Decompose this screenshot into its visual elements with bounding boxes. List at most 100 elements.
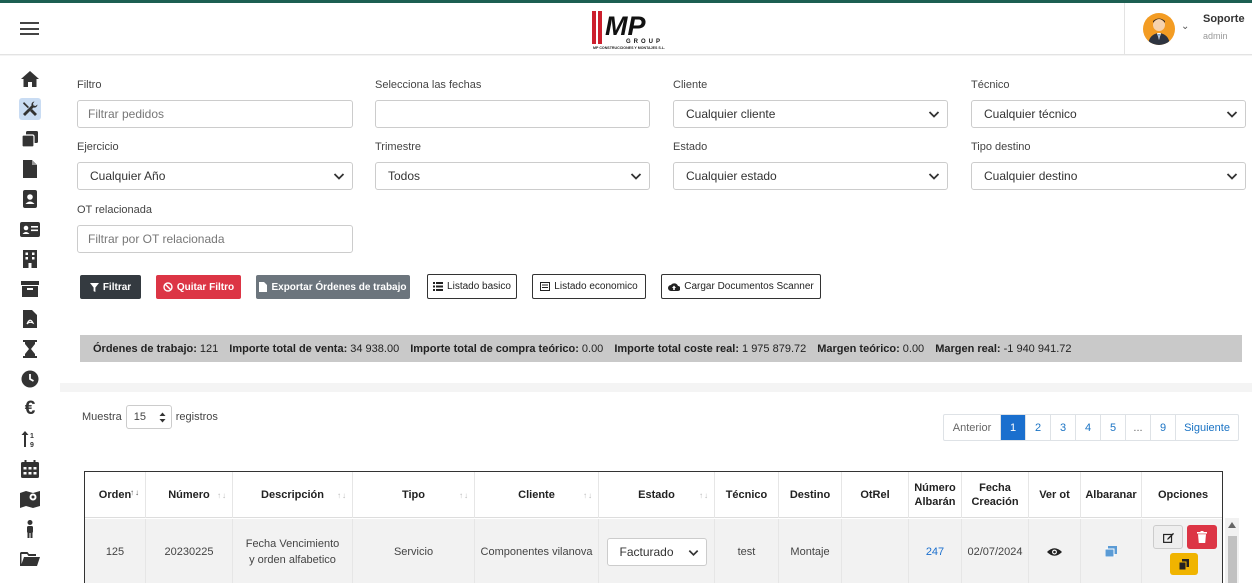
page-size-control: Muestra 15 registros bbox=[82, 405, 218, 429]
tools-icon[interactable] bbox=[19, 98, 41, 120]
scroll-up-icon[interactable] bbox=[1228, 522, 1236, 528]
hamburger-menu-icon[interactable] bbox=[20, 22, 39, 35]
filtro-input[interactable]: Filtrar pedidos bbox=[77, 100, 353, 128]
hourglass-icon[interactable] bbox=[19, 338, 41, 360]
estado-label: Estado bbox=[673, 141, 708, 153]
pagination-prev[interactable]: Anterior bbox=[944, 415, 1000, 440]
trimestre-select[interactable]: Todos bbox=[375, 162, 650, 190]
person-icon[interactable] bbox=[19, 518, 41, 540]
folder-icon[interactable] bbox=[19, 548, 41, 570]
company-logo[interactable]: MP GROUP MP CONSTRUCCIONES Y MONTAJES S.… bbox=[592, 8, 672, 52]
home-icon[interactable] bbox=[19, 68, 41, 90]
copy-icon[interactable] bbox=[1105, 546, 1117, 557]
summary-bar: Órdenes de trabajo: 121 Importe total de … bbox=[80, 335, 1242, 362]
column-header-descripcion[interactable]: Descripción ↑↓ bbox=[232, 472, 352, 518]
column-header-ver-ot[interactable]: Ver ot bbox=[1028, 472, 1080, 518]
page-size-value: 15 bbox=[133, 411, 146, 423]
pagination-page[interactable]: 5 bbox=[1100, 415, 1125, 440]
column-header-cliente[interactable]: Cliente ↑↓ bbox=[474, 472, 598, 518]
cliente-select[interactable]: Cualquier cliente bbox=[673, 100, 948, 128]
cell-tecnico: test bbox=[714, 519, 778, 583]
contact-icon[interactable] bbox=[19, 188, 41, 210]
more-icon[interactable] bbox=[19, 576, 41, 583]
file-icon[interactable] bbox=[19, 158, 41, 180]
trimestre-value: Todos bbox=[388, 169, 421, 183]
show-prefix: Muestra bbox=[82, 411, 122, 423]
ot-input[interactable]: Filtrar por OT relacionada bbox=[77, 225, 353, 253]
fechas-input[interactable] bbox=[375, 100, 650, 128]
pagination-page[interactable]: 9 bbox=[1150, 415, 1175, 440]
chevron-down-icon bbox=[630, 173, 642, 180]
pagination-page[interactable]: 2 bbox=[1025, 415, 1050, 440]
column-header-opciones[interactable]: Opciones bbox=[1141, 472, 1222, 518]
pagination-page[interactable]: 1 bbox=[1000, 415, 1025, 440]
filters-panel: Filtro Filtrar pedidos Selecciona las fe… bbox=[60, 56, 1252, 383]
pagination-page[interactable]: 4 bbox=[1075, 415, 1100, 440]
orders-table: Orden ↑↓ Número ↑↓ Descripción ↑↓ Tipo ↑↓ Cl… bbox=[84, 471, 1223, 583]
cell-orden: 125 bbox=[105, 545, 125, 558]
column-header-tecnico[interactable]: Técnico bbox=[714, 472, 778, 518]
ejercicio-select[interactable]: Cualquier Año bbox=[77, 162, 353, 190]
header-label: Técnico bbox=[725, 489, 768, 501]
duplicate-icon bbox=[1179, 558, 1189, 570]
sort-icon[interactable]: 19 bbox=[19, 428, 41, 450]
delete-button[interactable] bbox=[1187, 525, 1217, 549]
avatar[interactable] bbox=[1143, 13, 1175, 45]
coste-value: 1 975 879.72 bbox=[742, 342, 807, 355]
table-row[interactable]: 125 20230225 Fecha Vencimiento y orden a… bbox=[85, 519, 1222, 583]
eye-icon[interactable] bbox=[1047, 547, 1062, 557]
user-menu[interactable]: ⌄ Soporte admin bbox=[1124, 3, 1252, 55]
chevron-down-icon bbox=[688, 549, 698, 556]
tecnico-select[interactable]: Cualquier técnico bbox=[971, 100, 1246, 128]
column-header-destino[interactable]: Destino bbox=[778, 472, 841, 518]
venta-value: 34 938.00 bbox=[350, 342, 400, 355]
column-header-numero[interactable]: Número ↑↓ bbox=[145, 472, 232, 518]
column-header-albaranar[interactable]: Albaranar bbox=[1080, 472, 1141, 518]
column-header-otrel[interactable]: OtRel bbox=[841, 472, 908, 518]
exportar-button[interactable]: Exportar Órdenes de trabajo bbox=[256, 275, 410, 299]
chevron-down-icon bbox=[1226, 173, 1238, 180]
listado-economico-button[interactable]: Listado economico bbox=[532, 274, 646, 299]
column-header-orden[interactable]: Orden ↑↓ bbox=[85, 472, 145, 518]
page-size-select[interactable]: 15 bbox=[125, 405, 172, 429]
cloud-upload-icon bbox=[668, 283, 681, 291]
edit-button[interactable] bbox=[1153, 525, 1183, 549]
header-label: Descripción bbox=[261, 489, 324, 501]
cargar-scanner-button[interactable]: Cargar Documentos Scanner bbox=[661, 274, 821, 299]
estado-select[interactable]: Cualquier estado bbox=[673, 162, 948, 190]
estado-row-select[interactable]: Facturado bbox=[606, 537, 707, 566]
cell-fecha: 02/07/2024 bbox=[961, 519, 1028, 583]
table-vertical-scrollbar[interactable] bbox=[1225, 518, 1239, 583]
albaran-link[interactable]: 247 bbox=[926, 544, 944, 560]
logo-tagline: MP CONSTRUCCIONES Y MONTAJES S.L. bbox=[593, 46, 665, 50]
pagination-next[interactable]: Siguiente bbox=[1175, 415, 1238, 440]
column-header-tipo[interactable]: Tipo ↑↓ bbox=[352, 472, 474, 518]
cell-opciones bbox=[1141, 519, 1222, 583]
column-header-albaran[interactable]: Número Albarán bbox=[908, 472, 961, 518]
list-alt-icon bbox=[540, 282, 551, 291]
archive-icon[interactable] bbox=[19, 278, 41, 300]
map-icon[interactable] bbox=[19, 488, 41, 510]
duplicate-button[interactable] bbox=[1170, 553, 1198, 575]
clock-icon[interactable] bbox=[19, 368, 41, 390]
chevron-down-icon bbox=[928, 111, 940, 118]
listado-basico-button[interactable]: Listado basico bbox=[427, 274, 517, 299]
scrollbar-thumb[interactable] bbox=[1228, 536, 1237, 583]
copy-icon[interactable] bbox=[19, 128, 41, 150]
building-icon[interactable] bbox=[19, 248, 41, 270]
quitar-filtro-button[interactable]: Quitar Filtro bbox=[156, 275, 241, 299]
chevron-down-icon[interactable]: ⌄ bbox=[1181, 21, 1189, 32]
euro-icon[interactable]: € bbox=[19, 398, 41, 420]
user-role: admin bbox=[1203, 31, 1228, 41]
estado-row-value: Facturado bbox=[619, 544, 674, 559]
cell-numero: 20230225 bbox=[145, 519, 232, 583]
pdf-icon[interactable] bbox=[19, 308, 41, 330]
pagination-page[interactable]: 3 bbox=[1050, 415, 1075, 440]
filtrar-button[interactable]: Filtrar bbox=[80, 275, 141, 299]
column-header-fecha[interactable]: Fecha Creación bbox=[961, 472, 1028, 518]
destino-select[interactable]: Cualquier destino bbox=[971, 162, 1246, 190]
column-header-estado[interactable]: Estado ↑↓ bbox=[598, 472, 714, 518]
calendar-icon[interactable] bbox=[19, 458, 41, 480]
id-card-icon[interactable] bbox=[19, 218, 41, 240]
cargar-scanner-label: Cargar Documentos Scanner bbox=[684, 281, 814, 292]
